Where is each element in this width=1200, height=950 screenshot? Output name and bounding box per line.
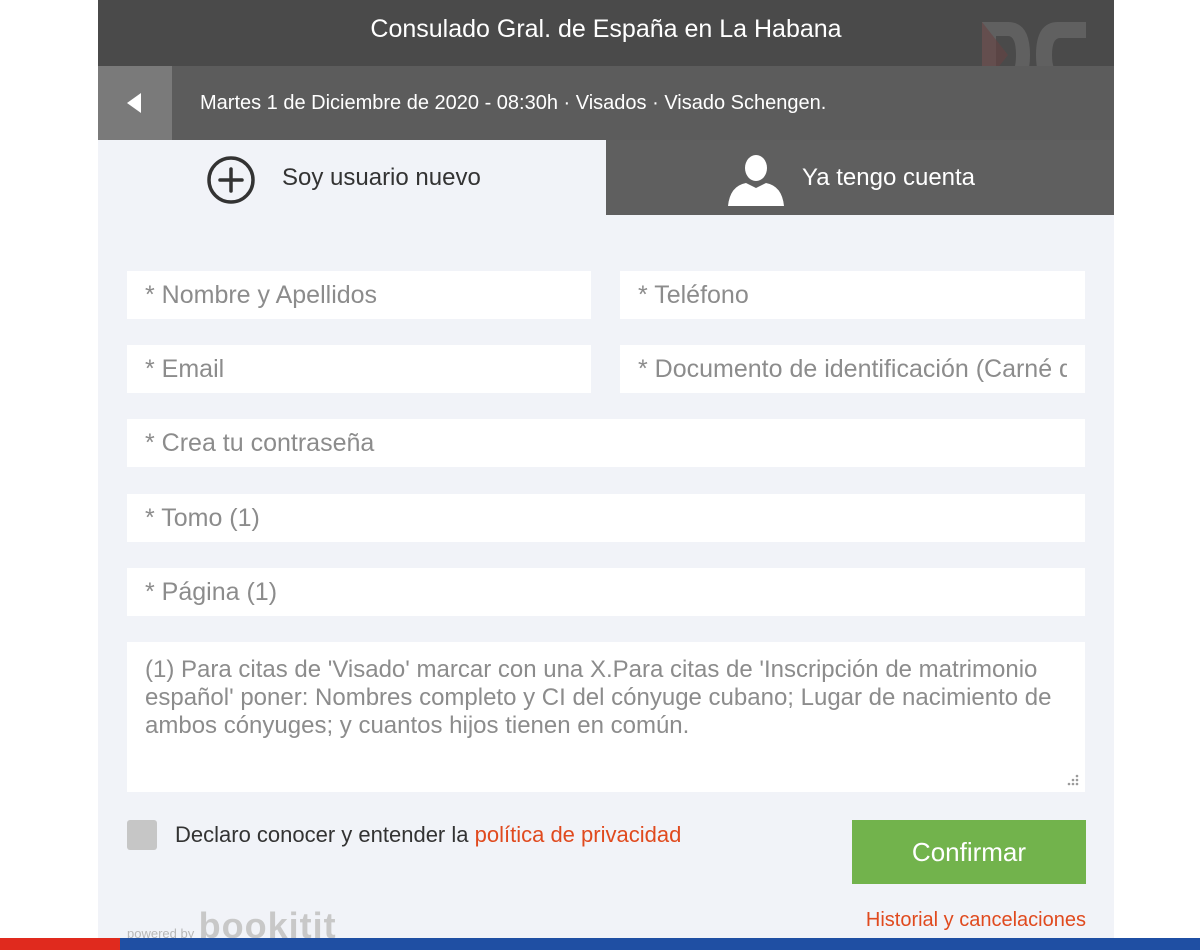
tab-existing-account-label: Ya tengo cuenta	[802, 164, 976, 191]
footer-blue-stripe	[120, 938, 1200, 950]
privacy-consent-text: Declaro conocer y entender la	[175, 822, 475, 847]
booking-panel: Consulado Gral. de España en La Habana D…	[98, 0, 1114, 938]
privacy-policy-link[interactable]: política de privacidad	[475, 822, 682, 847]
password-input[interactable]	[127, 419, 1085, 467]
back-button[interactable]	[98, 66, 172, 140]
tab-new-user[interactable]: Soy usuario nuevo	[98, 140, 606, 215]
bookitit-brand: bookitit	[198, 905, 337, 938]
pagina-input[interactable]	[127, 568, 1085, 616]
tab-new-user-label: Soy usuario nuevo	[282, 164, 481, 191]
consulate-title: Consulado Gral. de España en La Habana	[98, 0, 1114, 66]
resize-grip-icon[interactable]	[1065, 772, 1079, 786]
privacy-consent: Declaro conocer y entender la política d…	[175, 820, 681, 850]
user-silhouette-icon	[728, 155, 784, 206]
powered-by-logo: powered by bookitit	[127, 905, 337, 938]
back-arrow-icon	[127, 93, 141, 113]
powered-by-text: powered by	[127, 926, 195, 938]
appointment-bar: Martes 1 de Diciembre de 2020 - 08:30h ·…	[98, 66, 1114, 140]
confirm-button[interactable]: Confirmar	[852, 820, 1086, 884]
id-document-input[interactable]	[620, 345, 1085, 393]
privacy-checkbox[interactable]	[127, 820, 157, 850]
notes-placeholder: (1) Para citas de 'Visado' marcar con un…	[145, 656, 1052, 739]
footer-red-stripe	[0, 938, 120, 950]
plus-circle-icon	[207, 156, 255, 204]
tomo-input[interactable]	[127, 494, 1085, 542]
account-tabs: Soy usuario nuevo Ya tengo cuenta	[98, 140, 1114, 215]
phone-input[interactable]	[620, 271, 1085, 319]
appointment-info: Martes 1 de Diciembre de 2020 - 08:30h ·…	[200, 92, 827, 114]
notes-textarea[interactable]: (1) Para citas de 'Visado' marcar con un…	[127, 642, 1085, 792]
tab-existing-account[interactable]: Ya tengo cuenta	[606, 140, 1114, 215]
name-input[interactable]	[127, 271, 591, 319]
history-cancellations-link[interactable]: Historial y cancelaciones	[866, 909, 1086, 932]
email-input[interactable]	[127, 345, 591, 393]
